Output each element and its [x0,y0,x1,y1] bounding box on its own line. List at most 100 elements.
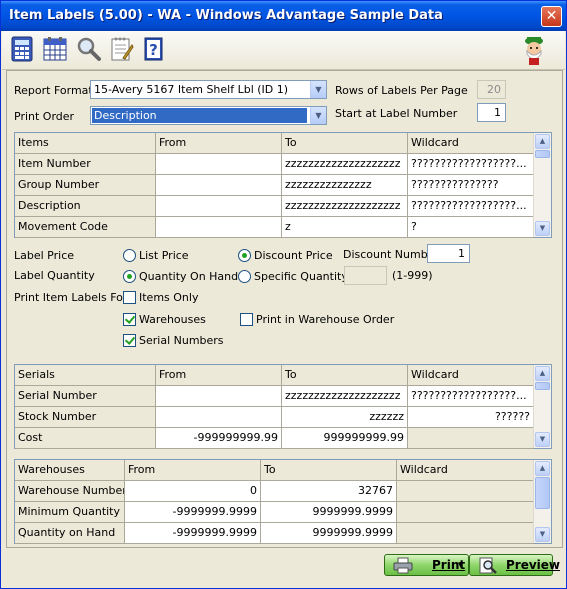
from-cell[interactable] [156,217,282,238]
wildcard-cell[interactable]: ??????????????????... [408,386,534,407]
wildcard-cell [408,428,534,449]
to-cell[interactable]: zzzzzzzzzzzzzzzzzzzz [282,386,408,407]
from-cell[interactable]: -9999999.9999 [125,523,261,544]
printer-icon [393,557,413,577]
from-cell[interactable] [156,175,282,196]
row-label: Minimum Quantity [15,502,125,523]
notepad-icon[interactable] [108,36,134,62]
row-label: Serial Number [15,386,156,407]
main-panel: Report Format 15-Avery 5167 Item Shelf L… [6,70,563,548]
warehouses-checkbox[interactable] [123,313,136,326]
to-cell[interactable]: zzzzzzzzzzzzzzz [282,175,408,196]
scrollbar[interactable]: ▲ ▼ [533,460,551,543]
wildcard-cell [397,523,534,544]
specific-quantity-field [344,266,387,285]
specific-quantity-radio[interactable] [238,270,251,283]
to-cell[interactable]: 9999999.9999 [261,502,397,523]
to-cell[interactable]: 32767 [261,481,397,502]
header-cell: From [125,460,261,481]
warehouse-order-checkbox[interactable] [240,313,253,326]
wildcard-cell[interactable]: ?????? [408,407,534,428]
toolbar: ? [2,31,565,70]
title-bar[interactable]: Item Labels (5.00) - WA - Windows Advant… [1,1,566,31]
scroll-thumb[interactable] [535,477,550,509]
to-cell[interactable]: 9999999.9999 [261,523,397,544]
preview-button[interactable]: Preview [469,554,560,576]
from-cell[interactable] [156,386,282,407]
header-cell: To [282,365,408,386]
svg-text:?: ? [149,41,158,59]
report-format-select[interactable]: 15-Avery 5167 Item Shelf Lbl (ID 1) ▼ [90,80,327,99]
from-cell[interactable]: -9999999.9999 [125,502,261,523]
label-price-label: Label Price [14,249,75,262]
discount-number-field[interactable]: 1 [427,244,470,263]
calendar-icon[interactable] [42,36,68,62]
warehouses-label[interactable]: Warehouses [139,313,206,326]
to-cell[interactable]: zzzzzz [282,407,408,428]
help-icon[interactable]: ? [141,36,167,62]
scroll-thumb[interactable] [535,382,550,390]
from-cell[interactable] [156,196,282,217]
scroll-down-icon[interactable]: ▼ [535,527,550,542]
wildcard-cell[interactable]: ? [408,217,534,238]
report-format-label: Report Format [14,84,93,97]
to-cell[interactable]: z [282,217,408,238]
specific-quantity-label[interactable]: Specific Quantity [254,270,348,283]
scrollbar[interactable]: ▲ ▼ [533,133,551,237]
warehouses-grid: Warehouses From To Wildcard Warehouse Nu… [14,459,552,544]
to-cell[interactable]: zzzzzzzzzzzzzzzzzzzz [282,196,408,217]
header-cell: Wildcard [408,133,534,154]
discount-price-label[interactable]: Discount Price [254,249,333,262]
window-title: Item Labels (5.00) - WA - Windows Advant… [9,8,443,23]
scroll-up-icon[interactable]: ▲ [535,134,550,149]
to-cell[interactable]: 999999999.99 [282,428,408,449]
to-cell[interactable]: zzzzzzzzzzzzzzzzzzzz [282,154,408,175]
from-cell[interactable]: -999999999.99 [156,428,282,449]
serial-numbers-label[interactable]: Serial Numbers [139,334,224,347]
start-label-number-field[interactable]: 1 [477,103,506,122]
scroll-thumb[interactable] [535,150,550,158]
serial-numbers-checkbox[interactable] [123,334,136,347]
chevron-down-icon[interactable]: ▼ [310,81,326,98]
range-hint: (1-999) [392,269,433,282]
caret-down-icon[interactable]: ▼ [458,561,463,569]
wildcard-cell [397,481,534,502]
warehouse-order-label[interactable]: Print in Warehouse Order [256,313,394,326]
wildcard-cell[interactable]: ??????????????????... [408,196,534,217]
header-cell: Wildcard [397,460,534,481]
scroll-up-icon[interactable]: ▲ [535,366,550,381]
scroll-down-icon[interactable]: ▼ [535,221,550,236]
mascot-icon [518,34,550,66]
row-label: Item Number [15,154,156,175]
wildcard-cell[interactable]: ??????????????? [408,175,534,196]
serials-grid: Serials From To Wildcard Serial Number z… [14,364,552,449]
chevron-down-icon[interactable]: ▼ [310,107,326,124]
print-button[interactable]: Print ▼ [384,554,469,576]
header-cell: To [282,133,408,154]
report-format-value: 15-Avery 5167 Item Shelf Lbl (ID 1) [94,83,289,96]
discount-price-radio[interactable] [238,249,251,262]
from-cell[interactable]: 0 [125,481,261,502]
scroll-up-icon[interactable]: ▲ [535,461,550,476]
magnifier-icon[interactable] [76,36,102,62]
from-cell[interactable] [156,407,282,428]
header-cell: Warehouses [15,460,125,481]
items-only-label[interactable]: Items Only [139,291,198,304]
header-cell: From [156,365,282,386]
header-cell: From [156,133,282,154]
from-cell[interactable] [156,154,282,175]
quantity-on-hand-label[interactable]: Quantity On Hand [139,270,238,283]
window: Item Labels (5.00) - WA - Windows Advant… [0,0,567,589]
list-price-label[interactable]: List Price [139,249,189,262]
quantity-on-hand-radio[interactable] [123,270,136,283]
wildcard-cell[interactable]: ??????????????????... [408,154,534,175]
items-only-checkbox[interactable] [123,291,136,304]
print-order-select[interactable]: Description ▼ [90,106,327,125]
close-button[interactable]: ✕ [541,6,562,27]
scrollbar[interactable]: ▲ ▼ [533,365,551,448]
list-price-radio[interactable] [123,249,136,262]
scroll-down-icon[interactable]: ▼ [535,432,550,447]
row-label: Stock Number [15,407,156,428]
header-cell: To [261,460,397,481]
calculator-icon[interactable] [10,36,36,62]
